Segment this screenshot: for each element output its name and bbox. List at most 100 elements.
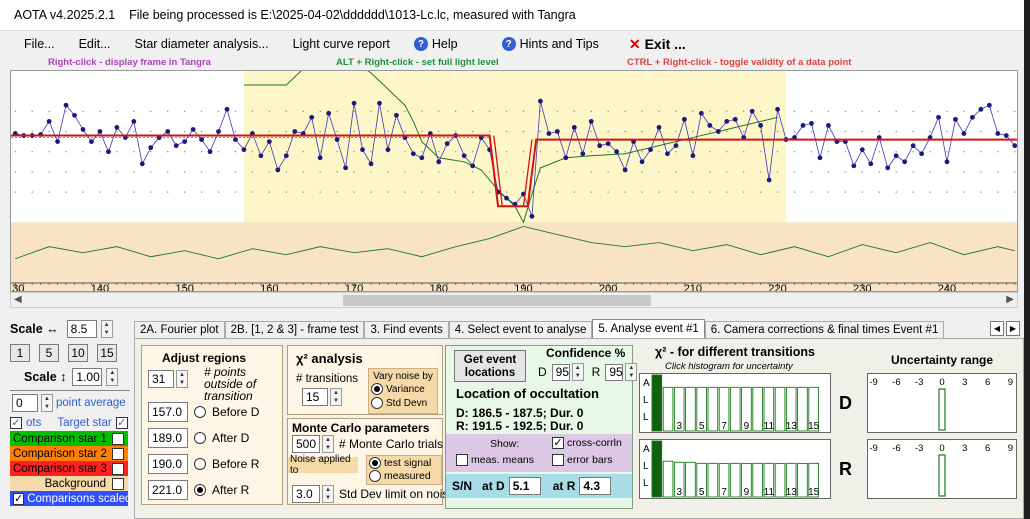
grid-dot [624, 151, 626, 153]
tab-5[interactable]: 5. Analyse event #1 [592, 319, 705, 338]
chi2-d-histogram[interactable]: A L L 3 5 7 9 11 13 15 [639, 373, 831, 433]
scroll-right-arrow[interactable]: ▶ [1006, 294, 1014, 305]
scale-button-10[interactable]: 10 [68, 344, 88, 362]
monte-carlo-trials-input[interactable]: 500 [292, 435, 320, 453]
point-average-stepper[interactable]: ▲ ▼ [41, 394, 53, 412]
menu-hints-tips[interactable]: ? Hints and Tips [472, 37, 613, 51]
scale-button-5[interactable]: 5 [39, 344, 59, 362]
test-signal-label: test signal [384, 457, 432, 469]
data-point [868, 161, 874, 167]
tab-2[interactable]: 2B. [1, 2 & 3] - frame test [224, 321, 365, 338]
tab-4[interactable]: 4. Select event to analyse [448, 321, 593, 338]
monte-carlo-trials-stepper[interactable]: ▲ ▼ [322, 435, 334, 453]
grid-dot [590, 110, 592, 112]
scale-h-input[interactable]: 8.5 [66, 320, 97, 338]
before-r-radio[interactable] [194, 458, 206, 470]
std-dev-limit-input[interactable]: 3.0 [292, 485, 320, 503]
test-signal-radio[interactable] [369, 457, 381, 469]
meas-means-checkbox[interactable] [456, 454, 468, 466]
confidence-r-input[interactable]: 95 [605, 363, 624, 381]
tab-scroll-left[interactable]: ◀ [990, 321, 1004, 336]
confidence-d-input[interactable]: 95 [551, 363, 570, 381]
before-d-radio[interactable] [194, 406, 206, 418]
light-curve-plot[interactable]: 130 140 150 160 170 180 190 200 210 220 230 240 [10, 70, 1018, 292]
data-point [106, 149, 111, 155]
points-outside-input[interactable]: 31 [148, 370, 174, 388]
chi2-r-bars[interactable]: ALL3 5 7 9 11 13 15 [640, 440, 830, 498]
grid-dot [590, 191, 592, 193]
confidence-r-stepper[interactable]: ▲ ▼ [625, 363, 638, 381]
analyse-event-pane: Adjust regions 31 ▲ ▼ # points outside of… [134, 338, 1024, 519]
after-r-input[interactable]: 221.0 [148, 480, 188, 500]
grid-dot [743, 130, 745, 133]
menu-file[interactable]: File... [0, 37, 69, 51]
std-dev-limit-stepper[interactable]: ▲ ▼ [322, 485, 334, 503]
grid-dot [471, 110, 474, 112]
menu-star-diameter[interactable]: Star diameter analysis... [125, 37, 283, 51]
comparison-star-1-row: Comparison star 1 [10, 431, 128, 446]
menu-light-curve-report[interactable]: Light curve report [283, 37, 404, 51]
points-outside-stepper[interactable]: ▲ ▼ [176, 370, 188, 388]
uncertainty-r-plot[interactable]: -9 -6 -3 0 3 6 9 [867, 439, 1017, 499]
comparisons-scaled-checkbox[interactable]: ✓ [13, 492, 25, 505]
data-point [216, 129, 221, 134]
grid-dot [99, 151, 101, 153]
after-d-radio[interactable] [194, 432, 206, 444]
target-star-checkbox[interactable]: ✓ [115, 416, 128, 429]
chi2-r-bar [707, 462, 719, 498]
background-row-checkbox[interactable] [112, 477, 124, 490]
tab-scroll-right[interactable]: ▶ [1006, 321, 1020, 336]
transitions-input[interactable]: 15 [302, 388, 328, 406]
grid-dot [759, 171, 762, 173]
uncertainty-title: Uncertainty range [891, 353, 994, 367]
measured-radio[interactable] [369, 470, 381, 482]
scroll-left-arrow[interactable]: ◀ [14, 294, 22, 305]
plot-scrollbar[interactable]: ◀ ▶ [10, 292, 1018, 308]
confidence-d-stepper[interactable]: ▲ ▼ [571, 363, 584, 381]
get-event-locations-button[interactable]: Get event locations [454, 350, 526, 382]
variance-radio[interactable] [371, 383, 383, 395]
menu-exit[interactable]: ✕ Exit ... [613, 36, 700, 53]
uncertainty-r-svg[interactable]: -9 -6 -3 0 3 6 9 [868, 440, 1016, 498]
before-r-input[interactable]: 190.0 [148, 454, 188, 474]
comparison-star-3-label: Comparison star 3 [13, 462, 107, 475]
uncertainty-d-plot[interactable]: -9 -6 -3 0 3 6 9 [867, 373, 1017, 433]
scale-button-15[interactable]: 15 [97, 344, 117, 362]
grid-dot [302, 191, 304, 193]
tab-3[interactable]: 3. Find events [364, 321, 449, 338]
scale-v-input[interactable]: 1.00 [72, 368, 103, 386]
plots-checkbox[interactable]: ✓ [10, 416, 22, 429]
measured-label: measured [384, 470, 431, 482]
point-average-input[interactable]: 0 [12, 394, 38, 412]
menu-edit[interactable]: Edit... [69, 37, 125, 51]
scale-button-1[interactable]: 1 [10, 344, 30, 362]
uncertainty-d-svg[interactable]: -9 -6 -3 0 3 6 9 [868, 374, 1016, 432]
comparison-star-2-checkbox[interactable] [112, 447, 124, 460]
before-d-input[interactable]: 157.0 [148, 402, 188, 422]
scroll-thumb[interactable] [343, 295, 651, 306]
grid-dot [743, 191, 745, 193]
grid-dot [234, 110, 237, 112]
light-curve-svg[interactable]: 130 140 150 160 170 180 190 200 210 220 230 240 [11, 71, 1018, 292]
chi2-r-histogram[interactable]: A L L 3 5 7 9 11 13 15 [639, 439, 831, 499]
chi2-d-bars[interactable]: ALL3 5 7 9 11 13 15 [640, 374, 830, 432]
tab-1[interactable]: 2A. Fourier plot [134, 321, 225, 338]
menu-help[interactable]: ? Help [404, 37, 472, 51]
error-bars-checkbox[interactable] [552, 454, 564, 466]
scale-v-stepper[interactable]: ▲ ▼ [106, 368, 119, 386]
cross-corrln-checkbox[interactable]: ✓ [552, 437, 564, 449]
grid-dot [505, 151, 508, 153]
transitions-stepper[interactable]: ▲ ▼ [330, 388, 342, 406]
data-point [673, 143, 679, 149]
tab-6[interactable]: 6. Camera corrections & final times Even… [704, 321, 945, 338]
after-r-radio[interactable] [194, 484, 206, 496]
grid-dot [234, 191, 237, 193]
after-d-input[interactable]: 189.0 [148, 428, 188, 448]
grid-dot [421, 110, 423, 112]
comparison-star-1-checkbox[interactable] [112, 432, 124, 445]
scale-h-stepper[interactable]: ▲ ▼ [100, 320, 113, 338]
data-point [563, 155, 569, 161]
grid-dot [726, 110, 728, 112]
std-devn-radio[interactable] [371, 397, 383, 409]
comparison-star-3-checkbox[interactable] [112, 462, 124, 475]
